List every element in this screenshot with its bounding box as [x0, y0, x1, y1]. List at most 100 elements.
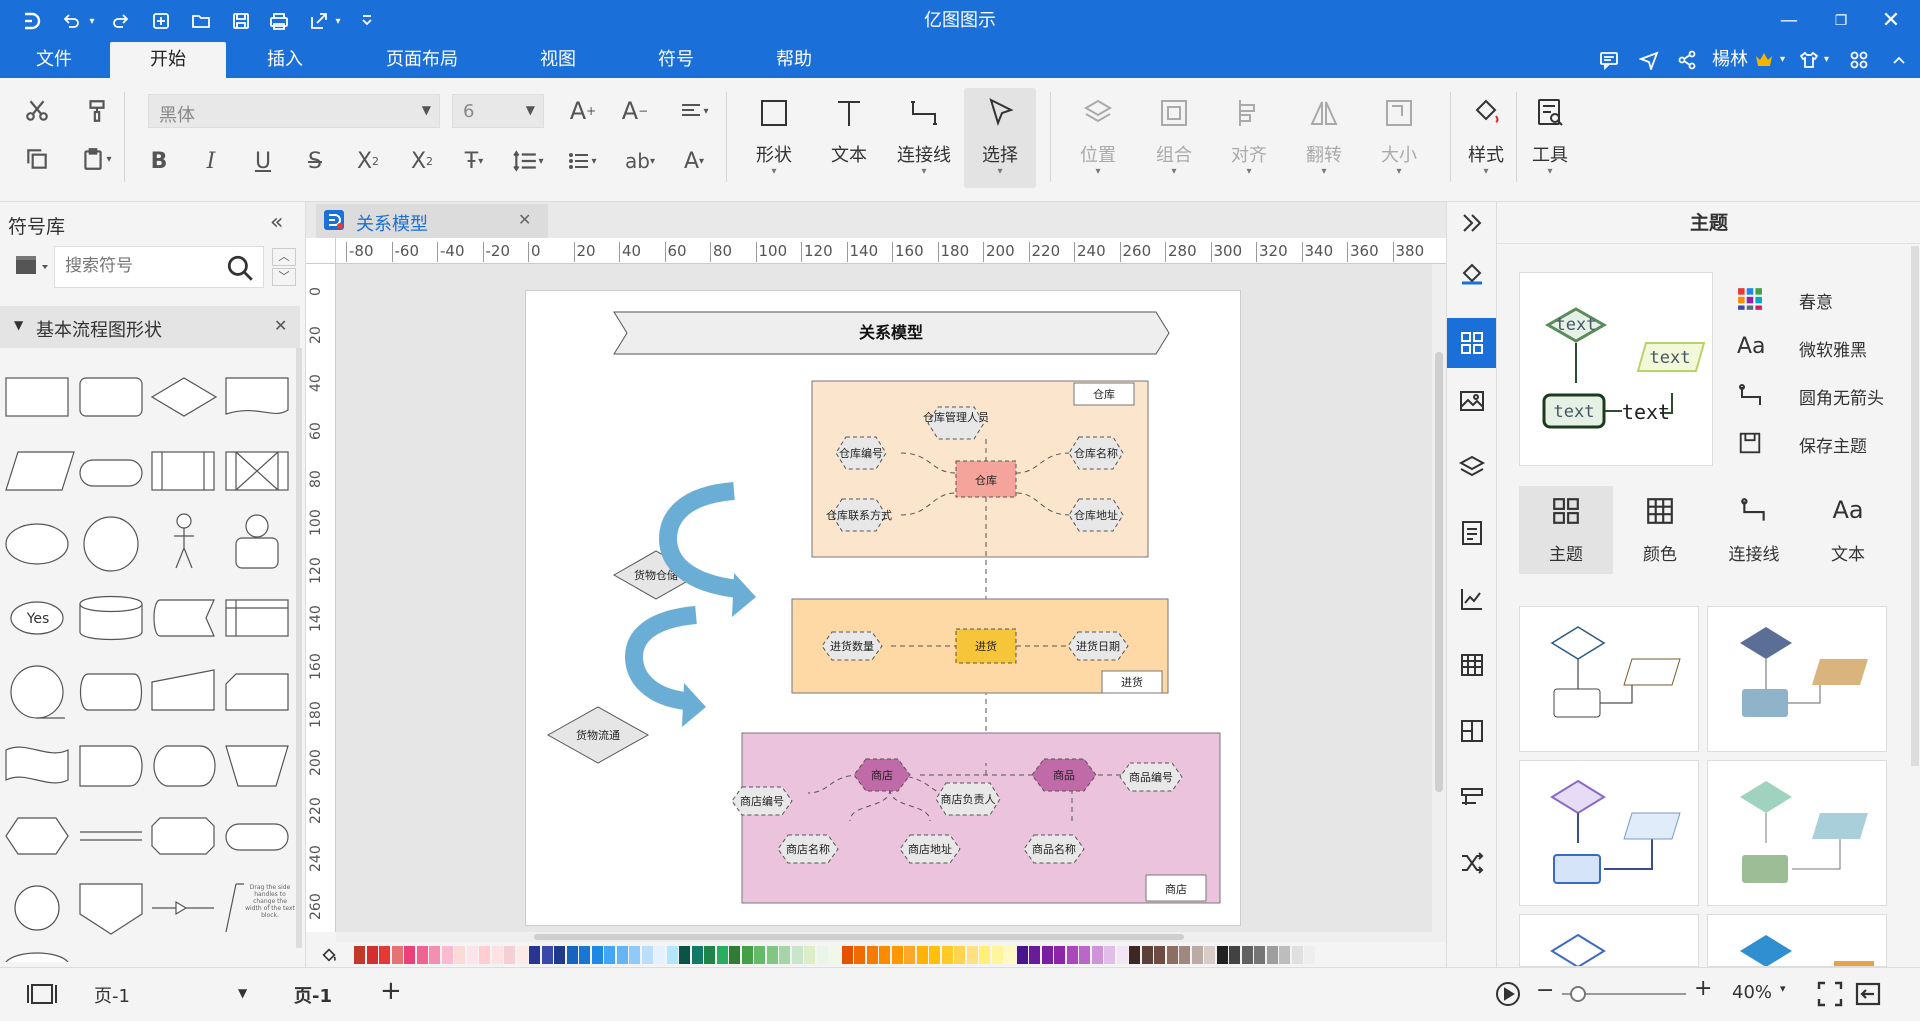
color-swatch[interactable]	[941, 946, 953, 964]
color-swatch[interactable]	[616, 946, 628, 964]
color-swatch[interactable]	[779, 946, 790, 964]
align-text-icon[interactable]: ▾	[672, 96, 716, 126]
fill-bucket-icon[interactable]	[320, 946, 338, 964]
color-swatch[interactable]	[516, 946, 528, 964]
decrease-font-icon[interactable]: A −	[618, 96, 652, 126]
color-swatch[interactable]	[1066, 946, 1078, 964]
search-icon[interactable]	[225, 253, 255, 287]
expand-panel-icon[interactable]	[1453, 204, 1491, 242]
color-swatch[interactable]	[841, 946, 853, 964]
menu-home[interactable]: 开始	[110, 42, 226, 78]
color-swatch[interactable]	[416, 946, 428, 964]
layers-icon[interactable]	[1453, 448, 1491, 486]
minimize-button[interactable]: —	[1774, 6, 1804, 36]
scroll-down-icon[interactable]: ﹀	[272, 268, 296, 286]
paste-icon[interactable]: ▾	[76, 142, 116, 176]
color-swatch[interactable]	[754, 946, 765, 964]
category-close-icon[interactable]: ✕	[274, 316, 287, 335]
apps-icon[interactable]	[1846, 47, 1872, 73]
color-swatch[interactable]	[354, 946, 365, 964]
theme-tab-theme[interactable]: 主题	[1519, 486, 1613, 574]
text-style-icon[interactable]: Ŧ ▾	[454, 146, 494, 176]
fullscreen-icon[interactable]	[1816, 980, 1844, 1008]
export-dropdown-icon[interactable]: ▾	[332, 8, 344, 34]
curved-arrow-1[interactable]	[658, 482, 756, 617]
theme-card-3[interactable]	[1519, 760, 1699, 906]
color-swatch[interactable]	[854, 946, 865, 964]
color-swatch[interactable]	[766, 946, 778, 964]
color-swatch[interactable]	[466, 946, 478, 964]
color-swatches[interactable]	[354, 946, 1317, 964]
color-swatch[interactable]	[1266, 946, 1278, 964]
menu-insert[interactable]: 插入	[250, 42, 320, 78]
play-icon[interactable]	[1494, 980, 1522, 1008]
color-swatch[interactable]	[491, 946, 503, 964]
category-header[interactable]: ▼ 基本流程图形状 ✕	[0, 306, 300, 348]
color-swatch[interactable]	[591, 946, 603, 964]
theme-tab-connector[interactable]: 连接线	[1707, 486, 1801, 574]
diagram-page[interactable]: 关系模型 仓库 仓库 仓库管理人员 仓库编号 仓库名称 仓库联系方式 仓库地址	[525, 290, 1241, 926]
superscript-button[interactable]: X2	[350, 146, 386, 176]
color-swatch[interactable]	[1154, 946, 1165, 964]
customize-toolbar-icon[interactable]	[354, 8, 380, 34]
theme-card-6[interactable]	[1707, 914, 1887, 967]
theme-icon[interactable]	[1447, 318, 1497, 368]
color-swatch[interactable]	[804, 946, 815, 964]
user-name[interactable]: 楊林	[1712, 42, 1748, 78]
color-swatch[interactable]	[666, 946, 678, 964]
comment-icon[interactable]	[1596, 47, 1622, 73]
shirt-icon[interactable]	[1796, 47, 1822, 73]
warehouse-group[interactable]: 仓库 仓库 仓库管理人员 仓库编号 仓库名称 仓库联系方式 仓库地址	[811, 380, 1149, 558]
print-icon[interactable]	[266, 8, 292, 34]
menu-help[interactable]: 帮助	[756, 42, 832, 78]
zoom-out-icon[interactable]: −	[1536, 978, 1554, 1003]
theme-preview[interactable]: text text text text	[1519, 272, 1713, 466]
color-swatch[interactable]	[1016, 946, 1028, 964]
cut-icon[interactable]	[20, 94, 54, 128]
color-swatch[interactable]	[579, 946, 590, 964]
org-chart-icon[interactable]	[1453, 712, 1491, 750]
zoom-slider-handle[interactable]	[1570, 986, 1586, 1002]
color-swatch[interactable]	[866, 946, 878, 964]
page-view-icon[interactable]	[26, 982, 58, 1006]
color-swatch[interactable]	[979, 946, 990, 964]
color-swatch[interactable]	[954, 946, 965, 964]
add-page-icon[interactable]: +	[380, 976, 402, 1006]
page-select[interactable]: 页-1 ▼	[88, 978, 254, 1010]
vertical-scroll-thumb[interactable]	[1435, 352, 1443, 792]
color-swatch[interactable]	[1129, 946, 1140, 964]
underline-button[interactable]: U	[248, 146, 278, 176]
bold-button[interactable]: B	[144, 146, 174, 176]
align-button[interactable]: 对齐 ▾	[1215, 88, 1283, 188]
color-swatch[interactable]	[566, 946, 578, 964]
chart-icon[interactable]	[1453, 580, 1491, 618]
italic-button[interactable]: I	[196, 146, 226, 176]
save-icon[interactable]	[228, 8, 254, 34]
collapse-ribbon-icon[interactable]	[1886, 47, 1912, 73]
text-button[interactable]: 文本	[815, 88, 883, 188]
position-button[interactable]: 位置 ▾	[1064, 88, 1132, 188]
color-swatch[interactable]	[441, 946, 453, 964]
strikethrough-button[interactable]: S	[300, 146, 330, 176]
menu-page-layout[interactable]: 页面布局	[370, 42, 474, 78]
right-panel-scrollbar[interactable]	[1911, 246, 1919, 766]
color-swatch[interactable]	[1116, 946, 1128, 964]
undo-icon[interactable]	[58, 8, 84, 34]
color-swatch[interactable]	[1279, 946, 1290, 964]
color-swatch[interactable]	[1179, 946, 1190, 964]
copy-icon[interactable]	[20, 142, 54, 176]
select-button[interactable]: 选择 ▾	[964, 88, 1036, 188]
horizontal-scroll-thumb[interactable]	[534, 934, 1184, 940]
group-button[interactable]: 组合 ▾	[1140, 88, 1208, 188]
color-swatch[interactable]	[991, 946, 1003, 964]
close-window-button[interactable]: ✕	[1876, 6, 1906, 36]
color-swatch[interactable]	[1291, 946, 1303, 964]
left-scrollbar[interactable]	[296, 348, 302, 948]
horizontal-scrollbar[interactable]	[336, 932, 1432, 942]
style-button[interactable]: 样式 ▾	[1452, 88, 1520, 188]
color-swatch[interactable]	[529, 946, 540, 964]
color-swatch[interactable]	[1304, 946, 1315, 964]
color-swatch[interactable]	[1029, 946, 1040, 964]
color-swatch[interactable]	[554, 946, 565, 964]
color-swatch[interactable]	[1241, 946, 1253, 964]
